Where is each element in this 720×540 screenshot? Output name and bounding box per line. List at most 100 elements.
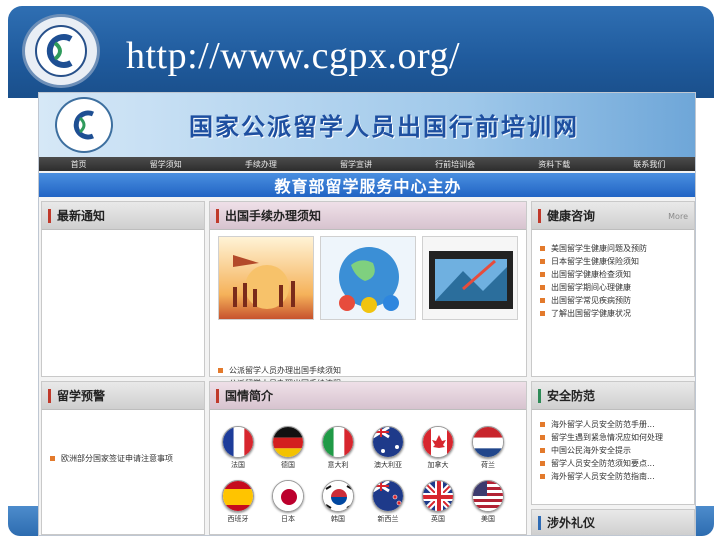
spain-flag-icon [222, 480, 254, 512]
korea-flag-icon [322, 480, 354, 512]
nav-item-procedures[interactable]: 手续办理 [245, 159, 277, 170]
warning-panel: 留学预警 欧洲部分国家签证申请注意事项 [41, 381, 205, 535]
health-header: 健康咨询 More [532, 202, 694, 230]
nav-item-briefing[interactable]: 留学宣讲 [340, 159, 372, 170]
bullet-icon [540, 435, 545, 440]
health-link[interactable]: 了解出国留学健康状况 [551, 308, 631, 319]
warning-link[interactable]: 欧洲部分国家签证申请注意事项 [61, 453, 173, 464]
health-link[interactable]: 出国留学期间心理健康 [551, 282, 631, 293]
flag-label: 韩国 [331, 515, 345, 523]
new-zealand-flag-icon [372, 480, 404, 512]
bullet-icon [540, 298, 545, 303]
health-link[interactable]: 美国留学生健康问题及预防 [551, 243, 647, 254]
health-link[interactable]: 出国留学健康检查须知 [551, 269, 631, 280]
country-header: 国情简介 [210, 382, 526, 410]
list-item[interactable]: 中国公民海外安全提示 [540, 444, 688, 457]
travel-image[interactable] [218, 236, 314, 320]
nav-item-downloads[interactable]: 资料下载 [538, 159, 570, 170]
list-item[interactable]: 日本留学生健康保险须知 [540, 255, 688, 268]
handshake-icon [538, 515, 541, 530]
latest-notice-panel: 最新通知 [41, 201, 205, 377]
warning-title[interactable]: 留学预警 [57, 387, 105, 404]
flag-label: 日本 [281, 515, 295, 523]
latest-notice-header: 最新通知 [42, 202, 204, 230]
list-item[interactable]: 留学生遇到紧急情况应如何处理 [540, 431, 688, 444]
health-more-link[interactable]: More [668, 212, 688, 221]
health-link[interactable]: 出国留学常见疾病预防 [551, 295, 631, 306]
flag-label: 意大利 [327, 461, 349, 469]
sponsor-text: 教育部留学服务中心主办 [274, 177, 462, 196]
bullet-icon [540, 448, 545, 453]
website-screenshot: 国家公派留学人员出国行前培训网 首页 留学须知 手续办理 留学宣讲 行前培训会 … [38, 92, 696, 536]
cgpx-logo-icon [22, 14, 100, 88]
country-title[interactable]: 国情简介 [225, 387, 273, 404]
list-item[interactable]: 出国留学期间心理健康 [540, 281, 688, 294]
flag-new-zealand[interactable]: 新西兰 [368, 480, 408, 524]
flag-canada[interactable]: 加拿大 [418, 426, 458, 470]
safety-title[interactable]: 安全防范 [547, 387, 595, 404]
filmstrip-image[interactable] [422, 236, 518, 320]
flag-usa[interactable]: 美国 [468, 480, 508, 524]
flag-label: 美国 [481, 515, 495, 523]
nav-item-contact[interactable]: 联系我们 [633, 159, 665, 170]
flag-italy[interactable]: 意大利 [318, 426, 358, 470]
bullet-icon [218, 368, 223, 373]
list-item[interactable]: 出国留学健康检查须知 [540, 268, 688, 281]
header-marker [216, 388, 219, 403]
list-item[interactable]: 美国留学生健康问题及预防 [540, 242, 688, 255]
nav-item-training[interactable]: 行前培训会 [435, 159, 475, 170]
flag-label: 荷兰 [481, 461, 495, 469]
header-marker [538, 208, 541, 223]
safety-link[interactable]: 海外留学人员安全防范指南... [551, 471, 655, 482]
list-item[interactable]: 海外留学人员安全防范手册... [540, 418, 688, 431]
flag-korea[interactable]: 韩国 [318, 480, 358, 524]
safety-link[interactable]: 留学生遇到紧急情况应如何处理 [551, 432, 663, 443]
uk-flag-icon [422, 480, 454, 512]
safety-panel: 安全防范 海外留学人员安全防范手册... 留学生遇到紧急情况应如何处理 中国公民… [531, 381, 695, 505]
health-panel: 健康咨询 More 美国留学生健康问题及预防 日本留学生健康保险须知 出国留学健… [531, 201, 695, 377]
flag-japan[interactable]: 日本 [268, 480, 308, 524]
bullet-icon [540, 259, 545, 264]
safety-link[interactable]: 中国公民海外安全提示 [551, 445, 631, 456]
etiquette-title[interactable]: 涉外礼仪 [547, 514, 595, 531]
list-item[interactable]: 留学人员安全防范须知要点... [540, 457, 688, 470]
flag-netherlands[interactable]: 荷兰 [468, 426, 508, 470]
globe-image[interactable] [320, 236, 416, 320]
list-item[interactable]: 欧洲部分国家签证申请注意事项 [50, 452, 198, 465]
flag-australia[interactable]: 澳大利亚 [368, 426, 408, 470]
list-item[interactable]: 公派留学人员办理出国手续须知 [218, 364, 520, 377]
procedures-header: 出国手续办理须知 [210, 202, 526, 230]
list-item[interactable]: 了解出国留学健康状况 [540, 307, 688, 320]
site-logo-icon[interactable] [55, 97, 113, 153]
flag-label: 法国 [231, 461, 245, 469]
nav-item-home[interactable]: 首页 [71, 159, 87, 170]
flag-label: 德国 [281, 461, 295, 469]
safety-link[interactable]: 海外留学人员安全防范手册... [551, 419, 655, 430]
safety-link[interactable]: 留学人员安全防范须知要点... [551, 458, 655, 469]
japan-flag-icon [272, 480, 304, 512]
nav-item-study-notice[interactable]: 留学须知 [150, 159, 182, 170]
australia-flag-icon [372, 426, 404, 458]
latest-notice-title[interactable]: 最新通知 [57, 207, 105, 224]
slide-title-url: http://www.cgpx.org/ [126, 35, 461, 77]
flag-france[interactable]: 法国 [218, 426, 258, 470]
flag-germany[interactable]: 德国 [268, 426, 308, 470]
flag-label: 西班牙 [227, 515, 249, 523]
warning-header: 留学预警 [42, 382, 204, 410]
safety-list: 海外留学人员安全防范手册... 留学生遇到紧急情况应如何处理 中国公民海外安全提… [532, 410, 694, 483]
bullet-icon [540, 422, 545, 427]
list-item[interactable]: 海外留学人员安全防范指南... [540, 470, 688, 483]
health-link[interactable]: 日本留学生健康保险须知 [551, 256, 639, 267]
procedure-link[interactable]: 公派留学人员办理出国手续须知 [229, 365, 341, 376]
health-list: 美国留学生健康问题及预防 日本留学生健康保险须知 出国留学健康检查须知 出国留学… [532, 230, 694, 320]
flag-spain[interactable]: 西班牙 [218, 480, 258, 524]
health-title[interactable]: 健康咨询 [547, 207, 595, 224]
bullet-icon [540, 246, 545, 251]
flag-label: 澳大利亚 [374, 461, 402, 469]
flag-uk[interactable]: 英国 [418, 480, 458, 524]
procedures-title[interactable]: 出国手续办理须知 [225, 207, 321, 224]
bullet-icon [540, 272, 545, 277]
country-panel: 国情简介 法国 德国 意大利 澳大利亚 加拿大 荷兰 西班牙 日本 韩国 新西兰… [209, 381, 527, 535]
list-item[interactable]: 出国留学常见疾病预防 [540, 294, 688, 307]
header-marker [48, 208, 51, 223]
